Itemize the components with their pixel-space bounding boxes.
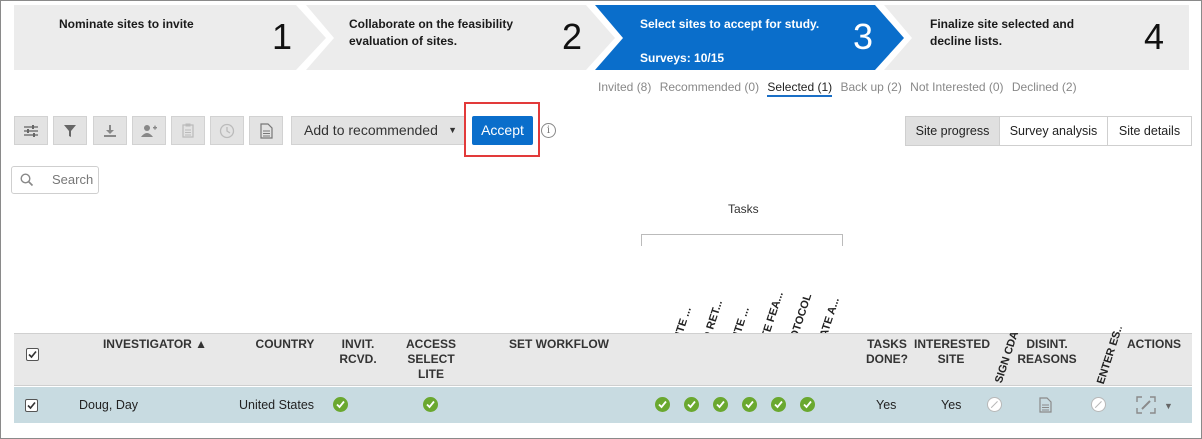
col-country[interactable]: COUNTRY (248, 337, 322, 352)
task-check-icon (742, 397, 757, 412)
step-number: 2 (562, 16, 583, 57)
task-check-icon (655, 397, 670, 412)
step-title: Collaborate on the feasibility evaluatio… (349, 17, 514, 48)
col-access-select-lite[interactable]: ACCESS SELECT LITE (402, 337, 460, 382)
filter-icon (64, 124, 76, 137)
row-checkbox[interactable] (25, 399, 38, 412)
checkmark-icon (27, 401, 36, 410)
view-site-details[interactable]: Site details (1107, 116, 1192, 146)
dropdown-value: Add to recommended (304, 122, 438, 138)
sign-cda-not-applicable-icon (987, 397, 1002, 412)
checkmark-icon (28, 350, 37, 359)
info-icon[interactable]: i (541, 123, 556, 138)
filter-back-up[interactable]: Back up (2) (840, 80, 901, 94)
task-check-icon (684, 397, 699, 412)
step-number: 4 (1144, 16, 1165, 57)
columns-settings-icon (24, 124, 38, 137)
filter-invited[interactable]: Invited (8) (598, 80, 651, 94)
filter-declined[interactable]: Declined (2) (1012, 80, 1077, 94)
wizard-step-1[interactable]: Nominate sites to invite 1 (14, 5, 319, 70)
filter-selected[interactable]: Selected (1) (767, 80, 833, 97)
col-tasks-done[interactable]: TASKS DONE? (862, 337, 912, 367)
tasks-group-bracket (641, 234, 843, 246)
actions-chevron-down-icon[interactable]: ▼ (1164, 401, 1173, 411)
col-investigator[interactable]: INVESTIGATOR ▲ (100, 337, 210, 352)
task-check-icon (800, 397, 815, 412)
wizard-step-2[interactable]: Collaborate on the feasibility evaluatio… (306, 5, 596, 70)
cell-investigator[interactable]: Doug, Day (79, 398, 138, 412)
cell-country: United States (239, 398, 315, 412)
cell-interested-site: Yes (941, 398, 962, 412)
download-icon (104, 124, 116, 137)
report-button[interactable] (249, 116, 283, 145)
step-number: 3 (853, 16, 874, 57)
col-set-workflow[interactable]: SET WORKFLOW (504, 337, 614, 352)
add-user-icon (141, 124, 157, 137)
accept-button[interactable]: Accept (472, 116, 533, 145)
view-survey-analysis[interactable]: Survey analysis (999, 116, 1108, 146)
table-row[interactable] (14, 387, 1192, 423)
step-title: Finalize site selected and decline lists… (930, 17, 1075, 48)
history-button[interactable] (210, 116, 244, 145)
wizard-step-3[interactable]: Select sites to accept for study. Survey… (595, 5, 885, 70)
task-check-icon (713, 397, 728, 412)
select-all-checkbox[interactable] (26, 348, 39, 361)
filter-not-interested[interactable]: Not Interested (0) (910, 80, 1003, 94)
clock-icon (219, 123, 235, 138)
col-invit-rcvd[interactable]: INVIT. RCVD. (338, 337, 378, 367)
step-number: 1 (272, 16, 293, 57)
add-user-button[interactable] (132, 116, 166, 145)
task-check-icon (771, 397, 786, 412)
download-button[interactable] (93, 116, 127, 145)
col-interested-site[interactable]: INTERESTED SITE (914, 337, 990, 367)
wizard-step-4[interactable]: Finalize site selected and decline lists… (884, 5, 1184, 70)
status-filter-tabs: Invited (8) Recommended (0) Selected (1)… (598, 80, 1082, 97)
enter-es-not-applicable-icon (1091, 397, 1106, 412)
step-subtitle: Surveys: 10/15 (640, 51, 725, 65)
view-site-progress[interactable]: Site progress (905, 116, 1000, 146)
clipboard-icon (182, 123, 194, 138)
step-title: Nominate sites to invite (59, 17, 194, 31)
columns-settings-button[interactable] (14, 116, 48, 145)
search-input[interactable]: Search (11, 166, 99, 194)
filter-recommended[interactable]: Recommended (0) (660, 80, 759, 94)
col-actions[interactable]: ACTIONS (1122, 337, 1186, 352)
document-icon (259, 122, 273, 139)
tasks-group-label: Tasks (728, 202, 759, 216)
clipboard-button[interactable] (171, 116, 205, 145)
col-disint-reasons[interactable]: DISINT. REASONS (1016, 337, 1078, 367)
invit-rcvd-check-icon (333, 397, 348, 412)
edit-expand-icon[interactable] (1136, 396, 1156, 414)
step-title: Select sites to accept for study. (640, 17, 820, 31)
cell-tasks-done: Yes (876, 398, 897, 412)
access-check-icon (423, 397, 438, 412)
disint-reasons-document-icon[interactable] (1039, 397, 1052, 413)
chevron-down-icon: ▼ (448, 125, 457, 135)
filter-button[interactable] (53, 116, 87, 145)
action-dropdown[interactable]: Add to recommended ▼ (291, 116, 466, 145)
